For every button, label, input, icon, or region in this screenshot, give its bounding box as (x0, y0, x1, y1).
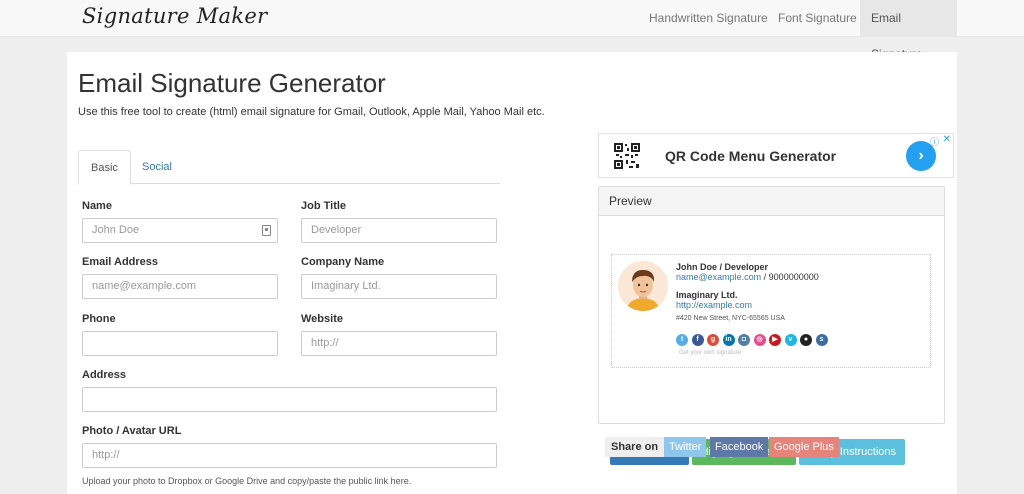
address-label: Address (82, 369, 127, 381)
name-input-placeholder: John Doe (92, 224, 140, 236)
form-tabs: Basic Social (78, 150, 500, 185)
share-twitter-button[interactable]: Twitter (664, 437, 707, 457)
photo-url-label: Photo / Avatar URL (82, 425, 182, 437)
signature-website-link[interactable]: http://example.com (676, 300, 752, 310)
avatar (618, 261, 668, 311)
dribbble-icon[interactable]: ◎ (753, 334, 766, 346)
signature-contact: name@example.com / 9000000000 (676, 272, 819, 282)
github-icon[interactable]: ● (800, 334, 812, 346)
twitter-icon[interactable]: t (676, 334, 688, 346)
phone-label: Phone (82, 313, 116, 325)
name-label: Name (82, 200, 112, 212)
page-title: Email Signature Generator (78, 68, 386, 98)
signature-phone: / 9000000000 (761, 272, 819, 282)
signature-company: Imaginary Ltd. (676, 290, 738, 300)
company-input[interactable]: Imaginary Ltd. (301, 274, 497, 299)
email-placeholder: name@example.com (92, 280, 197, 292)
youtube-icon[interactable]: ▶ (769, 334, 781, 346)
job-title-placeholder: Developer (311, 224, 362, 236)
main-panel: Email Signature Generator Use this free … (67, 52, 957, 494)
signature-note[interactable]: Get your own signature (679, 350, 741, 356)
brand-logo[interactable]: Signature Maker (82, 4, 267, 28)
signature-preview: John Doe / Developer name@example.com / … (611, 254, 931, 368)
share-label: Share on (605, 437, 665, 457)
photo-help-text: Upload your photo to Dropbox or Google D… (82, 476, 412, 486)
nav-email-signature[interactable]: Email Signature (860, 0, 957, 61)
instagram-icon[interactable]: ◘ (738, 334, 750, 346)
photo-url-input[interactable]: http:// (82, 443, 497, 468)
share-facebook-button[interactable]: Facebook (710, 437, 769, 457)
name-input[interactable]: John Doe (82, 218, 278, 243)
job-title-label: Job Title (301, 200, 347, 212)
facebook-icon[interactable]: f (691, 334, 704, 346)
job-title-input[interactable]: Developer (301, 218, 497, 243)
ad-info-icon[interactable]: ⓘ (930, 135, 939, 148)
skype-icon[interactable]: s (815, 334, 828, 346)
signature-address: #420 New Street, NYC-65565 USA (676, 315, 785, 322)
page-subtitle: Use this free tool to create (html) emai… (78, 106, 545, 118)
contact-card-icon[interactable] (262, 225, 271, 236)
nav-font-signature[interactable]: Font Signature (767, 0, 868, 36)
website-label: Website (301, 313, 343, 325)
phone-input[interactable] (82, 331, 278, 356)
preview-panel: Preview John Doe / Developer name@exampl… (598, 186, 945, 465)
preview-heading: Preview (599, 187, 944, 216)
top-navbar: Signature Maker Handwritten Signature Fo… (0, 0, 1024, 61)
vimeo-icon[interactable]: v (784, 334, 797, 346)
tab-social[interactable]: Social (130, 150, 184, 184)
company-label: Company Name (301, 256, 385, 268)
linkedin-icon[interactable]: in (722, 334, 735, 346)
ad-close-icon[interactable]: ✕ (943, 134, 951, 145)
photo-url-placeholder: http:// (92, 449, 120, 461)
google-plus-icon[interactable]: g (707, 334, 719, 346)
ad-banner[interactable]: QR Code Menu Generator › ⓘ ✕ (598, 133, 954, 178)
tab-basic[interactable]: Basic (78, 150, 131, 185)
ad-text[interactable]: QR Code Menu Generator (665, 148, 836, 164)
company-placeholder: Imaginary Ltd. (311, 280, 381, 292)
website-input[interactable]: http:// (301, 331, 497, 356)
signature-email-link[interactable]: name@example.com (676, 272, 761, 282)
nav-handwritten-signature[interactable]: Handwritten Signature (638, 0, 779, 36)
signature-name-title: John Doe / Developer (676, 262, 769, 272)
email-label: Email Address (82, 256, 159, 268)
website-placeholder: http:// (311, 337, 339, 349)
qr-code-icon (613, 142, 641, 170)
email-input[interactable]: name@example.com (82, 274, 278, 299)
share-google-plus-button[interactable]: Google Plus (769, 437, 839, 457)
address-input[interactable] (82, 387, 497, 412)
